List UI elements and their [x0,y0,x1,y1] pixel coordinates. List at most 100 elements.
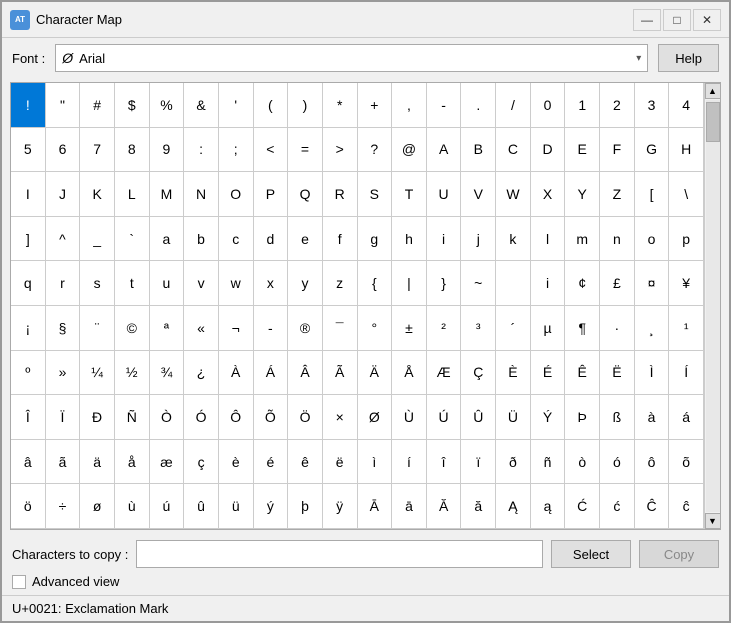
copy-button[interactable]: Copy [639,540,719,568]
char-cell[interactable]: Ê [565,351,600,396]
char-cell[interactable]: æ [150,440,185,485]
char-cell[interactable]: ' [219,83,254,128]
char-cell[interactable]: û [184,484,219,529]
char-cell[interactable]: Þ [565,395,600,440]
char-cell[interactable]: É [531,351,566,396]
char-cell[interactable]: ¸ [635,306,670,351]
char-cell[interactable]: Ü [496,395,531,440]
char-cell[interactable]: ¹ [669,306,704,351]
char-cell[interactable]: ú [150,484,185,529]
char-cell[interactable]: î [427,440,462,485]
char-cell[interactable]: ÷ [46,484,81,529]
char-cell[interactable]: N [184,172,219,217]
char-cell[interactable]: Ï [46,395,81,440]
char-cell[interactable]: h [392,217,427,262]
char-cell[interactable]: 4 [669,83,704,128]
char-cell[interactable]: Î [11,395,46,440]
char-cell[interactable]: b [184,217,219,262]
char-cell[interactable]: Ç [461,351,496,396]
char-cell[interactable]: j [461,217,496,262]
char-cell[interactable]: ¤ [635,261,670,306]
char-cell[interactable]: Ô [219,395,254,440]
char-cell[interactable]: Ą [496,484,531,529]
char-cell[interactable]: _ [80,217,115,262]
char-cell[interactable]: Õ [254,395,289,440]
char-cell[interactable]: Û [461,395,496,440]
char-cell[interactable]: f [323,217,358,262]
char-cell[interactable]: Ð [80,395,115,440]
char-cell[interactable]: { [358,261,393,306]
char-cell[interactable]: 2 [600,83,635,128]
char-cell[interactable]: Y [565,172,600,217]
char-cell[interactable]: > [323,128,358,173]
char-cell[interactable]: ù [115,484,150,529]
char-cell[interactable]: 3 [635,83,670,128]
char-cell[interactable]: ¬ [219,306,254,351]
char-cell[interactable]: A [427,128,462,173]
char-cell[interactable]: r [46,261,81,306]
chars-to-copy-input[interactable] [136,540,543,568]
char-cell[interactable]: z [323,261,358,306]
char-cell[interactable]: ! [11,83,46,128]
char-cell[interactable]: . [461,83,496,128]
char-cell[interactable]: | [392,261,427,306]
char-cell[interactable]: T [392,172,427,217]
char-cell[interactable]: Ë [600,351,635,396]
char-cell[interactable]: ü [219,484,254,529]
char-cell[interactable]: Ó [184,395,219,440]
char-cell[interactable]: ¨ [80,306,115,351]
char-cell[interactable]: q [11,261,46,306]
char-cell[interactable]: Z [600,172,635,217]
char-cell[interactable]: ¶ [565,306,600,351]
char-cell[interactable]: ( [254,83,289,128]
char-cell[interactable]: l [531,217,566,262]
char-cell[interactable]: G [635,128,670,173]
char-cell[interactable]: 6 [46,128,81,173]
char-cell[interactable]: ^ [46,217,81,262]
char-cell[interactable]: U [427,172,462,217]
char-cell[interactable]: ý [254,484,289,529]
scrollbar-thumb[interactable] [706,102,720,142]
char-cell[interactable]: · [600,306,635,351]
char-cell[interactable]: W [496,172,531,217]
minimize-button[interactable]: — [633,9,661,31]
char-cell[interactable]: < [254,128,289,173]
char-cell[interactable]: 9 [150,128,185,173]
char-cell[interactable]: x [254,261,289,306]
char-cell[interactable]: k [496,217,531,262]
char-cell[interactable]: V [461,172,496,217]
char-cell[interactable]: D [531,128,566,173]
char-cell[interactable]: J [46,172,81,217]
char-cell[interactable]: ß [600,395,635,440]
char-cell[interactable]: Ă [427,484,462,529]
char-cell[interactable]: H [669,128,704,173]
char-cell[interactable]: ă [461,484,496,529]
char-cell[interactable]: , [392,83,427,128]
char-cell[interactable]: p [669,217,704,262]
char-cell[interactable]: v [184,261,219,306]
char-cell[interactable]: Ä [358,351,393,396]
char-cell[interactable]: ā [392,484,427,529]
char-cell[interactable]: " [46,83,81,128]
char-cell[interactable]: ½ [115,351,150,396]
char-cell[interactable]: % [150,83,185,128]
char-cell[interactable]: \ [669,172,704,217]
char-cell[interactable]: - [254,306,289,351]
close-button[interactable]: ✕ [693,9,721,31]
char-cell[interactable]: E [565,128,600,173]
char-cell[interactable]: y [288,261,323,306]
char-cell[interactable]: á [669,395,704,440]
char-cell[interactable]: Ý [531,395,566,440]
char-cell[interactable]: K [80,172,115,217]
char-cell[interactable]: ª [150,306,185,351]
char-cell[interactable]: 7 [80,128,115,173]
char-cell[interactable]: Ĉ [635,484,670,529]
char-cell[interactable]: = [288,128,323,173]
char-cell[interactable]: Â [288,351,323,396]
char-cell[interactable]: } [427,261,462,306]
char-cell[interactable]: a [150,217,185,262]
scrollbar-track[interactable] [706,100,720,512]
char-cell[interactable]: Í [669,351,704,396]
help-button[interactable]: Help [658,44,719,72]
char-cell[interactable]: ¾ [150,351,185,396]
